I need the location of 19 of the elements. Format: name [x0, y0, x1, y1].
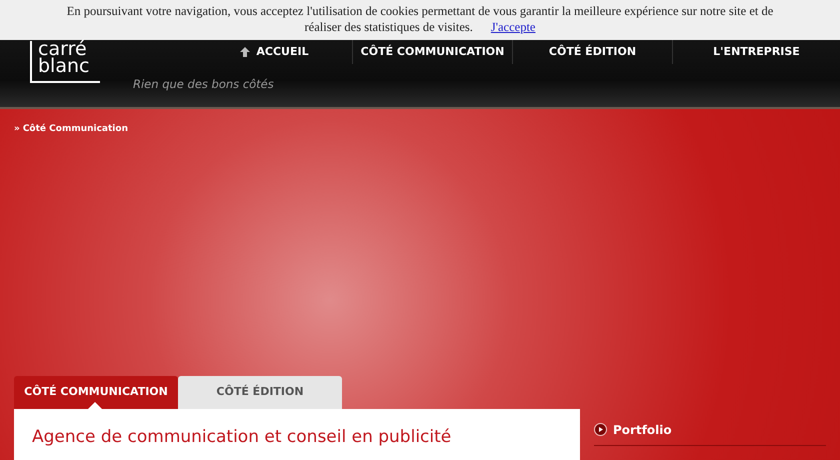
breadcrumb-link[interactable]: Côté Communication: [22, 123, 128, 136]
breadcrumb-marker: »: [14, 123, 20, 136]
nav-link[interactable]: CÔTÉ ÉDITION: [512, 40, 672, 64]
logo-text: blanc: [38, 58, 90, 75]
sidebar-link[interactable]: Portfolio: [594, 420, 826, 446]
tab[interactable]: CÔTÉ ÉDITION: [178, 376, 342, 408]
cookie-notice: En poursuivant votre navigation, vous acceptez l'utilisation de cookies permettant de vous garantir la meilleure expérience sur notre site et de: [66, 3, 774, 19]
nav-link[interactable]: L'ENTREPRISE: [672, 40, 840, 64]
tagline: Rien que des bons côtés: [133, 76, 275, 93]
play-circle-icon: [594, 423, 607, 436]
logo[interactable]: carré blanc: [30, 41, 100, 83]
content-heading: Agence de communication et conseil en publicité: [32, 426, 452, 448]
cookie-notice: réaliser des statistiques de visites.: [304, 19, 473, 35]
tab[interactable]: CÔTÉ COMMUNICATION: [14, 376, 178, 408]
logo-text: carré: [38, 41, 87, 58]
nav-link[interactable]: CÔTÉ COMMUNICATION: [352, 40, 512, 64]
arrow-up-icon: [240, 47, 250, 57]
nav-link[interactable]: ACCUEIL: [127, 40, 352, 64]
accept-link[interactable]: J'accepte: [490, 19, 536, 35]
